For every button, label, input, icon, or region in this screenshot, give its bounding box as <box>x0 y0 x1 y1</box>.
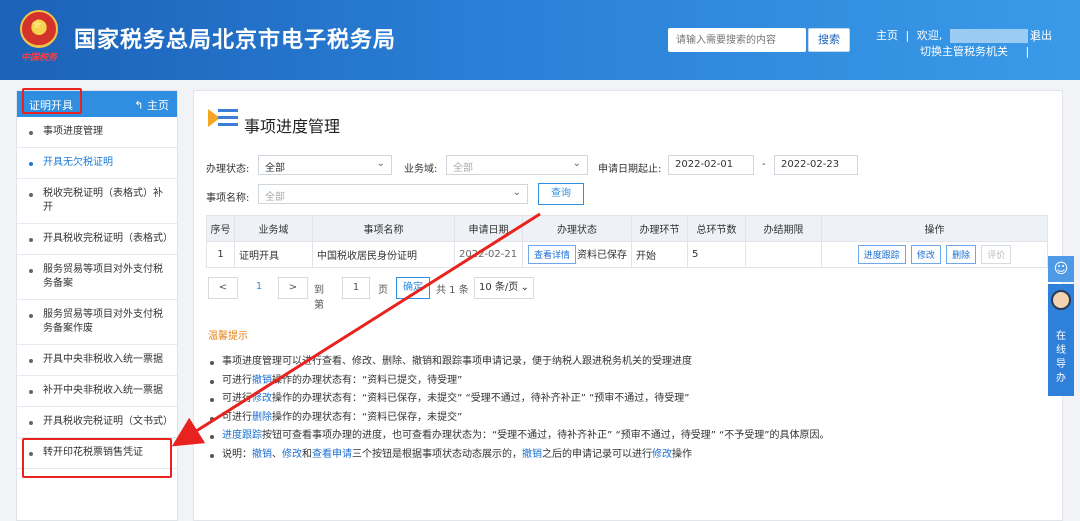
annotation-arrow <box>171 212 541 447</box>
